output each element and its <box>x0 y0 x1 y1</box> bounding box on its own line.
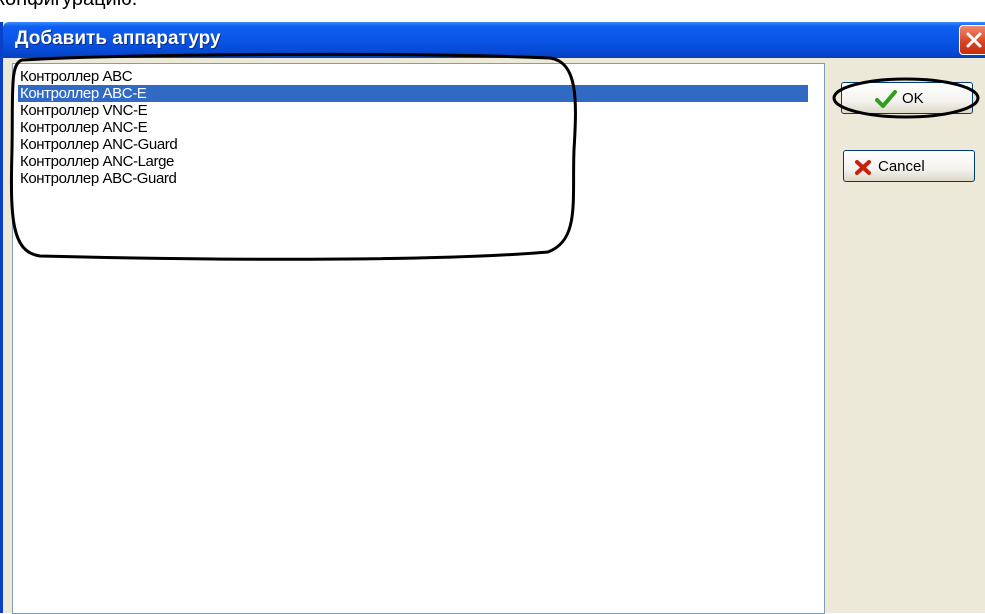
list-item[interactable]: Контроллер ABC-Guard <box>18 170 177 187</box>
cancel-label: Cancel <box>878 158 925 175</box>
ok-button[interactable]: OK <box>841 82 973 114</box>
list-item[interactable]: Контроллер ANC-Large <box>18 153 174 170</box>
list-item[interactable]: Контроллер ANC-E <box>18 119 148 136</box>
cancel-button[interactable]: Cancel <box>843 150 975 182</box>
checkmark-icon <box>875 90 897 108</box>
ok-label: OK <box>902 90 924 107</box>
list-item-selected[interactable]: Контроллер ABC-E <box>18 85 808 102</box>
dialog-title: Добавить аппаратуру <box>15 28 221 49</box>
list-item[interactable]: Контроллер VNC-E <box>18 102 148 119</box>
add-hardware-dialog: Добавить аппаратуру Контроллер ABC Контр… <box>0 22 985 614</box>
page-heading-fragment: конфигурацию. <box>0 0 137 11</box>
hardware-listbox[interactable]: Контроллер ABC Контроллер ABC-E Контролл… <box>12 63 825 614</box>
list-item[interactable]: Контроллер ABC <box>18 68 133 85</box>
x-icon <box>855 160 871 175</box>
list-item[interactable]: Контроллер ANC-Guard <box>18 136 178 153</box>
close-icon <box>966 32 982 48</box>
title-bar[interactable]: Добавить аппаратуру <box>3 22 985 58</box>
close-button[interactable] <box>959 25 985 55</box>
